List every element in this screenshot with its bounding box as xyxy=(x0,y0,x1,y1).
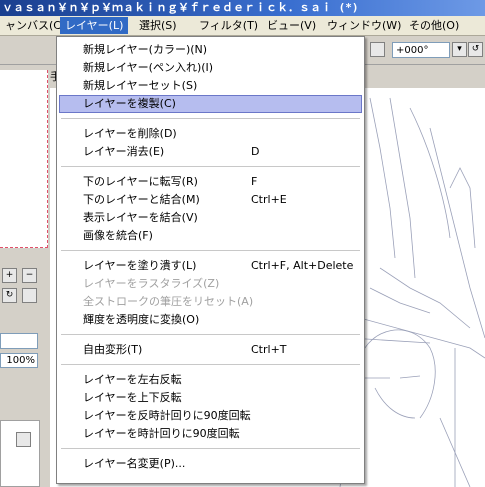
menu-item-label: 新規レイヤーセット(S) xyxy=(83,79,198,92)
menu-3[interactable]: フィルタ(T) xyxy=(194,17,263,34)
menu-item-shortcut: Ctrl+F, Alt+Delete xyxy=(251,259,354,272)
menubar: ャンバス(C) レイヤー(L) 選択(S) フィルタ(T) ビュー(V) ウィンドウ(W)… xyxy=(0,16,485,36)
toolbar-button[interactable] xyxy=(370,42,385,57)
menu-item[interactable]: 自由変形(T) Ctrl+T xyxy=(59,341,362,359)
reset-view-button[interactable] xyxy=(22,288,37,303)
menu-item-label: レイヤーを上下反転 xyxy=(83,391,182,404)
menu-4[interactable]: ビュー(V) xyxy=(262,17,321,34)
menu-item-shortcut: Ctrl+E xyxy=(251,193,287,206)
menu-item[interactable]: 新規レイヤー(ペン入れ)(I) xyxy=(59,59,362,77)
menu-item: レイヤーをラスタライズ(Z) xyxy=(59,275,362,293)
menu-item[interactable]: レイヤーを削除(D) xyxy=(59,125,362,143)
menu-item-shortcut: F xyxy=(251,175,258,188)
menu-item[interactable]: レイヤーを複製(C) xyxy=(59,95,362,113)
menu-item-label: レイヤーを左右反転 xyxy=(83,373,182,386)
menu-item-label: レイヤーを複製(C) xyxy=(83,97,176,110)
menu-item-label: レイヤーを塗り潰す(L) xyxy=(83,259,197,272)
zoom-in-button[interactable]: + xyxy=(2,268,17,283)
menu-item-label: レイヤー消去(E) xyxy=(83,145,165,158)
menu-separator xyxy=(61,364,360,365)
rotate-reset-button[interactable]: ↺ xyxy=(468,42,483,57)
navigator-preview xyxy=(0,70,48,248)
menu-item-label: レイヤーを時計回りに90度回転 xyxy=(83,427,240,440)
menu-item-label: 下のレイヤーに転写(R) xyxy=(83,175,198,188)
angle-dropdown-button[interactable]: ▾ xyxy=(452,42,467,57)
menu-item-shortcut: Ctrl+T xyxy=(251,343,287,356)
rotation-angle-field[interactable]: +000° xyxy=(392,42,450,58)
menu-separator xyxy=(61,334,360,335)
menu-item-label: 新規レイヤー(ペン入れ)(I) xyxy=(83,61,214,74)
menu-item[interactable]: レイヤー消去(E) D xyxy=(59,143,362,161)
menu-item-label: 表示レイヤーを結合(V) xyxy=(83,211,198,224)
menu-item-label: 画像を統合(F) xyxy=(83,229,153,242)
menu-1[interactable]: レイヤー(L) xyxy=(60,17,129,34)
menu-item-label: レイヤー名変更(P)... xyxy=(83,457,186,470)
menu-item[interactable]: 表示レイヤーを結合(V) xyxy=(59,209,362,227)
zoom-out-button[interactable]: − xyxy=(22,268,37,283)
blend-mode-select[interactable] xyxy=(0,333,38,349)
menu-item[interactable]: 下のレイヤーと結合(M) Ctrl+E xyxy=(59,191,362,209)
menu-separator xyxy=(61,448,360,449)
menu-item-label: レイヤーを反時計回りに90度回転 xyxy=(83,409,251,422)
menu-separator xyxy=(61,118,360,119)
menu-item-label: 全ストロークの筆圧をリセット(A) xyxy=(83,295,254,308)
rotate-button[interactable]: ↻ xyxy=(2,288,17,303)
layer-option-checkbox[interactable] xyxy=(16,432,31,447)
layer-panel xyxy=(0,420,40,487)
menu-item-label: 自由変形(T) xyxy=(83,343,143,356)
menu-item[interactable]: 画像を統合(F) xyxy=(59,227,362,245)
menu-5[interactable]: ウィンドウ(W) xyxy=(322,17,406,34)
layer-menu-dropdown: 新規レイヤー(カラー)(N) 新規レイヤー(ペン入れ)(I) 新規レイヤーセット(S… xyxy=(56,36,365,484)
menu-item-label: 下のレイヤーと結合(M) xyxy=(83,193,200,206)
menu-item-label: 新規レイヤー(カラー)(N) xyxy=(83,43,208,56)
menu-6[interactable]: その他(O) xyxy=(404,17,464,34)
menu-item-label: レイヤーを削除(D) xyxy=(83,127,177,140)
menu-item[interactable]: レイヤーを時計回りに90度回転 xyxy=(59,425,362,443)
menu-item-label: 輝度を透明度に変換(O) xyxy=(83,313,200,326)
menu-item: 全ストロークの筆圧をリセット(A) xyxy=(59,293,362,311)
menu-item[interactable]: 輝度を透明度に変換(O) xyxy=(59,311,362,329)
menu-separator xyxy=(61,166,360,167)
opacity-field[interactable]: 100% xyxy=(0,353,38,368)
menu-2[interactable]: 選択(S) xyxy=(134,17,182,34)
menu-item[interactable]: レイヤーを塗り潰す(L) Ctrl+F, Alt+Delete xyxy=(59,257,362,275)
menu-item[interactable]: 下のレイヤーに転写(R) F xyxy=(59,173,362,191)
menu-item-shortcut: D xyxy=(251,145,260,158)
menu-item-label: レイヤーをラスタライズ(Z) xyxy=(83,277,220,290)
menu-separator xyxy=(61,250,360,251)
menu-item[interactable]: 新規レイヤーセット(S) xyxy=(59,77,362,95)
menu-item[interactable]: レイヤーを左右反転 xyxy=(59,371,362,389)
menu-item[interactable]: 新規レイヤー(カラー)(N) xyxy=(59,41,362,59)
menu-item[interactable]: レイヤー名変更(P)... xyxy=(59,455,362,473)
window-title: ｖａｓａｎ￥ｎ￥ｐ￥ｍａｋｉｎｇ￥ｆｒｅｄｅｒｉｃｋ．ｓａｉ (*) xyxy=(0,0,485,16)
menu-item[interactable]: レイヤーを上下反転 xyxy=(59,389,362,407)
menu-item[interactable]: レイヤーを反時計回りに90度回転 xyxy=(59,407,362,425)
